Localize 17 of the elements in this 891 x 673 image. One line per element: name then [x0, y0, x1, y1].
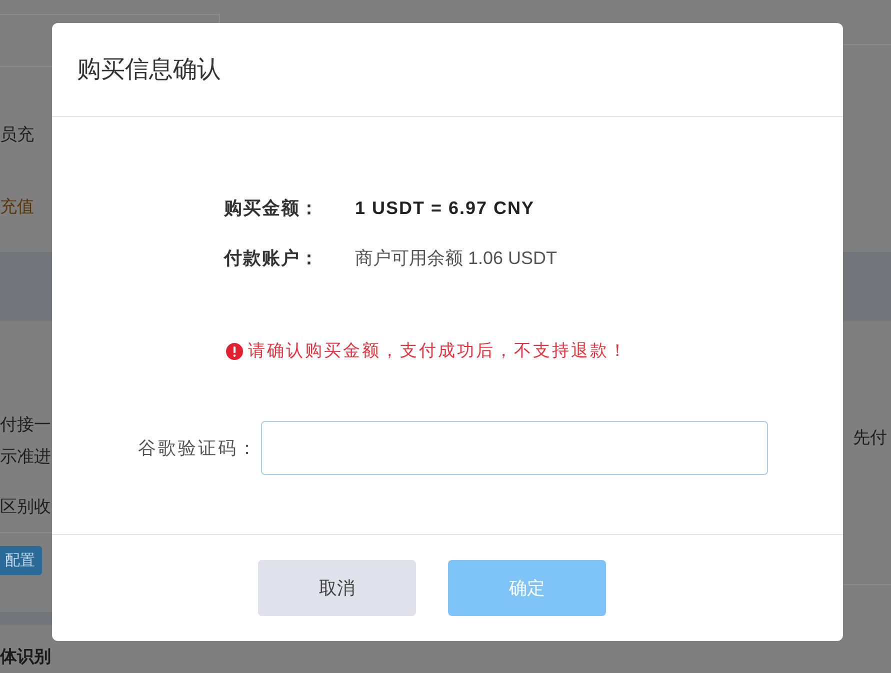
- warning-text: 请确认购买金额，支付成功后，不支持退款！: [248, 340, 628, 362]
- detail-label: 购买金额：: [224, 196, 319, 220]
- alert-icon: [226, 342, 243, 360]
- dialog-title: 购买信息确认: [77, 54, 221, 84]
- detail-value: 1 USDT = 6.97 CNY: [355, 196, 535, 220]
- cancel-button[interactable]: 取消: [258, 560, 416, 616]
- field-label: 谷歌验证码：: [138, 436, 258, 460]
- page-text: 员充: [0, 124, 34, 146]
- page-text: 区别收: [0, 496, 51, 518]
- page-text: 示准进: [0, 446, 51, 468]
- config-button[interactable]: 配置: [0, 546, 42, 575]
- detail-value: 商户可用余额 1.06 USDT: [355, 246, 558, 270]
- detail-label: 付款账户：: [224, 246, 319, 270]
- page-text: 先付: [853, 427, 887, 449]
- page-text: 付接一: [0, 414, 51, 436]
- verification-code-field[interactable]: [261, 421, 768, 475]
- page-link[interactable]: 充值: [0, 196, 34, 218]
